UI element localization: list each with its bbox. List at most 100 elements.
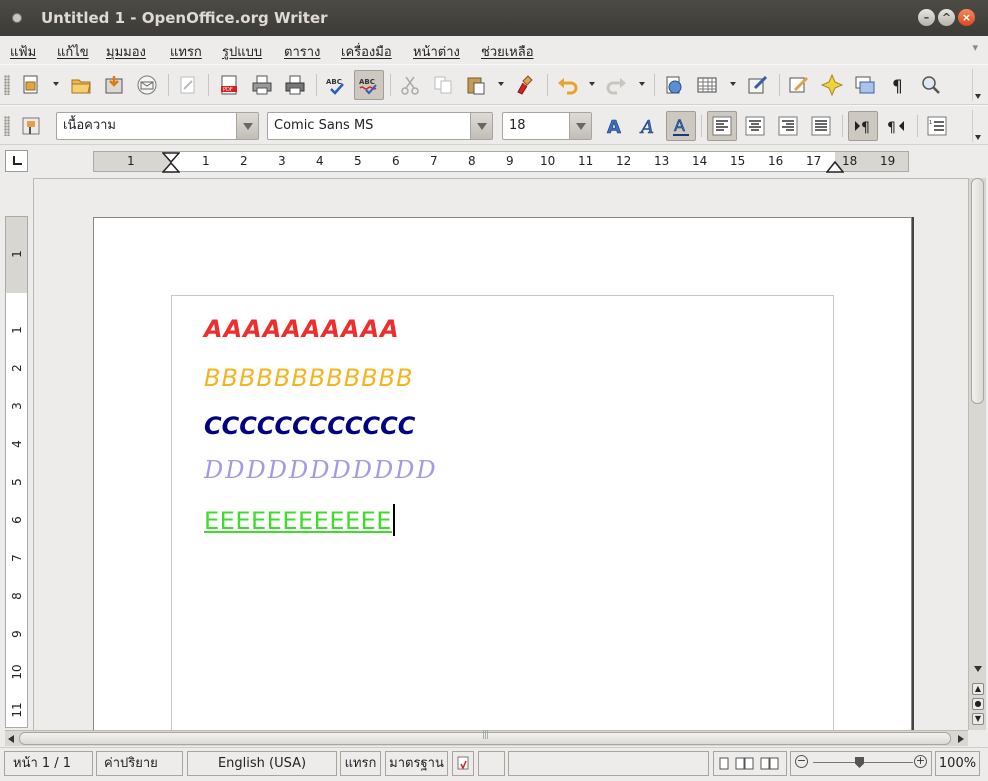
redo-dropdown-icon[interactable] — [639, 82, 645, 86]
toolbar-grip[interactable] — [4, 75, 10, 95]
export-pdf-icon[interactable]: PDF — [214, 70, 244, 100]
cut-icon[interactable] — [395, 70, 425, 100]
paragraph-c[interactable]: CCCCCCCCCCCC — [204, 412, 415, 440]
new-document-icon[interactable] — [16, 70, 46, 100]
justify-icon[interactable] — [806, 111, 836, 141]
previous-page-icon[interactable]: ▲ — [972, 683, 984, 695]
paragraph-d[interactable]: DDDDDDDDDDD — [204, 456, 438, 484]
spellcheck-icon[interactable]: ABC — [321, 70, 351, 100]
new-dropdown-icon[interactable] — [53, 82, 59, 86]
ruler-tick: 19 — [880, 154, 896, 168]
numbering-icon[interactable]: 1 — [922, 111, 952, 141]
selection-mode[interactable]: มาตรฐาน — [385, 751, 448, 776]
digital-signature-cell[interactable] — [478, 751, 505, 776]
data-sources-icon[interactable] — [850, 70, 880, 100]
zoom-in-icon[interactable]: + — [914, 755, 927, 768]
save-icon[interactable] — [99, 70, 129, 100]
font-name-combo[interactable]: Comic Sans MS — [267, 112, 493, 140]
zoom-percent[interactable]: 100% — [935, 751, 980, 776]
hyperlink-icon[interactable] — [659, 70, 689, 100]
align-left-icon[interactable] — [707, 111, 737, 141]
page-style[interactable]: ค่าปริยาย — [96, 751, 183, 776]
paragraph-a[interactable]: AAAAAAAAAA — [204, 315, 400, 343]
menu-table[interactable]: ตาราง — [284, 41, 320, 62]
menu-edit[interactable]: แก้ไข — [57, 41, 89, 62]
email-document-icon[interactable] — [132, 70, 162, 100]
vertical-scroll-thumb[interactable] — [971, 178, 984, 404]
minimize-button[interactable]: – — [918, 9, 935, 26]
toolbar-grip[interactable] — [4, 116, 10, 136]
language[interactable]: English (USA) — [187, 751, 337, 776]
edit-file-icon[interactable] — [173, 70, 203, 100]
svg-text:¶: ¶ — [861, 120, 870, 136]
menu-tools[interactable]: เครื่องมือ — [341, 41, 392, 62]
paste-dropdown-icon[interactable] — [498, 82, 504, 86]
redo-icon[interactable] — [602, 70, 632, 100]
navigator-icon[interactable] — [784, 70, 814, 100]
maximize-button[interactable]: ^ — [938, 9, 955, 26]
italic-icon[interactable]: A — [633, 111, 663, 141]
right-indent-icon[interactable] — [826, 160, 844, 173]
underline-icon[interactable]: A — [666, 111, 696, 141]
align-center-icon[interactable] — [740, 111, 770, 141]
print-icon[interactable] — [247, 70, 277, 100]
print-preview-icon[interactable] — [280, 70, 310, 100]
menu-overflow-icon[interactable]: ▾ — [972, 41, 978, 54]
gallery-icon[interactable] — [817, 70, 847, 100]
right-to-left-icon[interactable]: ¶ — [881, 111, 911, 141]
document-page[interactable]: AAAAAAAAAA BBBBBBBBBBBB CCCCCCCCCCCC DDD… — [93, 217, 912, 730]
menu-view[interactable]: มุมมอง — [106, 41, 146, 62]
table-dropdown-icon[interactable] — [730, 82, 736, 86]
copy-icon[interactable] — [428, 70, 458, 100]
navigation-icon[interactable]: ● — [972, 698, 984, 710]
horizontal-scroll-thumb[interactable] — [19, 730, 951, 745]
autospellcheck-icon[interactable]: ABC — [354, 70, 384, 100]
left-to-right-icon[interactable]: ¶ — [848, 111, 878, 141]
open-folder-icon[interactable] — [66, 70, 96, 100]
bold-icon[interactable]: A — [600, 111, 630, 141]
table-icon[interactable] — [692, 70, 722, 100]
window-menu-icon[interactable] — [12, 13, 22, 23]
formatting-marks-icon[interactable]: ¶ — [883, 70, 913, 100]
vertical-scrollbar[interactable]: ▲ ● ▼ — [968, 178, 986, 730]
menu-help[interactable]: ช่วยเหลือ — [481, 41, 534, 62]
menu-window[interactable]: หน้าต่าง — [413, 41, 460, 62]
first-line-indent-icon[interactable] — [162, 152, 180, 173]
insert-mode[interactable]: แทรก — [340, 751, 381, 776]
scroll-left-icon[interactable] — [8, 735, 14, 743]
paragraph-b[interactable]: BBBBBBBBBBBB — [204, 364, 414, 392]
styles-formatting-icon[interactable] — [16, 111, 46, 141]
undo-icon[interactable] — [552, 70, 582, 100]
page-count[interactable]: หน้า 1 / 1 — [4, 751, 93, 776]
close-button[interactable]: × — [958, 9, 975, 26]
font-size-dropdown-icon[interactable] — [569, 113, 591, 139]
font-size-combo[interactable]: 18 — [502, 112, 592, 140]
ruler-tick: 4 — [316, 154, 324, 168]
document-area[interactable]: AAAAAAAAAA BBBBBBBBBBBB CCCCCCCCCCCC DDD… — [33, 178, 968, 730]
zoom-out-icon[interactable]: − — [795, 755, 808, 768]
menu-insert[interactable]: แทรก — [170, 41, 202, 62]
paragraph-style-combo[interactable]: เนื้อความ — [56, 112, 259, 140]
vertical-ruler[interactable]: 1 1 2 3 4 5 6 7 8 9 10 11 — [5, 216, 28, 728]
align-right-icon[interactable] — [773, 111, 803, 141]
menu-format[interactable]: รูปแบบ — [222, 41, 262, 62]
ruler-tick: 8 — [468, 154, 476, 168]
document-modified-icon[interactable] — [452, 751, 474, 776]
paste-icon[interactable] — [461, 70, 491, 100]
show-draw-functions-icon[interactable] — [743, 70, 773, 100]
horizontal-scrollbar[interactable] — [5, 730, 968, 746]
toolbar-overflow-icon[interactable] — [972, 69, 982, 101]
undo-dropdown-icon[interactable] — [589, 82, 595, 86]
font-name-dropdown-icon[interactable] — [470, 113, 492, 139]
horizontal-ruler[interactable]: 1 1 2 3 4 5 6 7 8 9 10 11 12 13 14 15 16… — [93, 151, 909, 173]
paragraph-style-dropdown-icon[interactable] — [236, 113, 258, 139]
next-page-icon[interactable]: ▼ — [972, 713, 984, 725]
zoom-icon[interactable] — [916, 70, 946, 100]
paragraph-e[interactable]: EEEEEEEEEEEE — [204, 504, 395, 536]
toolbar-overflow-icon[interactable] — [972, 110, 982, 142]
scroll-down-icon[interactable] — [974, 666, 982, 672]
menu-file[interactable]: แฟ้ม — [10, 41, 36, 62]
scroll-right-icon[interactable] — [958, 735, 964, 743]
tab-stop-selector-icon[interactable] — [5, 150, 28, 172]
clone-formatting-icon[interactable] — [511, 70, 541, 100]
